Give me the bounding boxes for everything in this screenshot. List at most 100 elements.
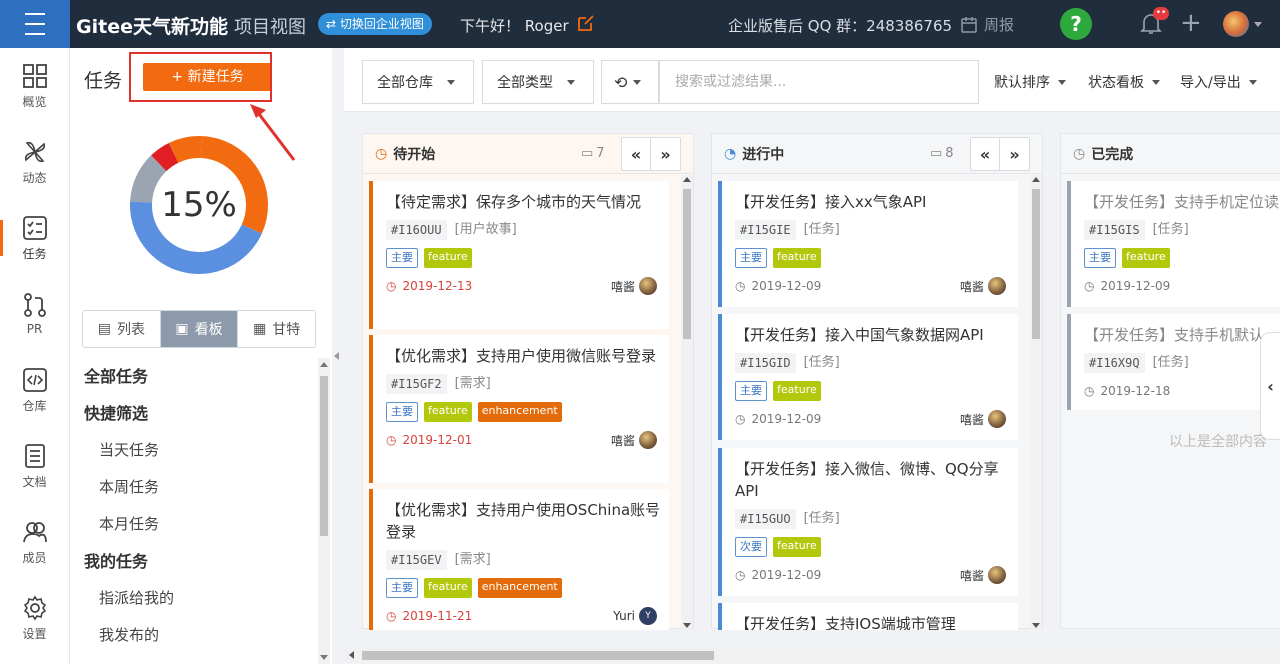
filter-today[interactable]: 当天任务: [70, 432, 316, 469]
user-avatar[interactable]: [1223, 11, 1249, 37]
help-button[interactable]: ?: [1060, 8, 1092, 40]
board-label: 状态看板: [1088, 75, 1144, 91]
assignee-name: 嘻酱: [610, 433, 635, 448]
due-date: 2019-12-13: [402, 279, 473, 293]
priority-tag: 主要: [735, 248, 767, 268]
filter-assigned-to-me[interactable]: 指派给我的: [70, 580, 316, 617]
greeting-text: 下午好！ Roger: [460, 17, 569, 35]
type-select[interactable]: 全部类型: [482, 60, 594, 104]
history-select[interactable]: ⟲: [601, 60, 659, 104]
expand-right-panel-button[interactable]: ‹: [1260, 332, 1280, 440]
edit-icon[interactable]: [577, 14, 595, 32]
filter-week[interactable]: 本周任务: [70, 469, 316, 506]
filter-list: 全部任务 快捷筛选 当天任务 本周任务 本月任务 我的任务 指派给我的 我发布的: [70, 358, 316, 654]
menu-icon[interactable]: [0, 0, 70, 48]
card-title: 【优化需求】支持用户使用微信账号登录: [386, 347, 657, 365]
chevron-down-icon: [1058, 79, 1066, 85]
nav-item-pr[interactable]: PR: [0, 276, 69, 352]
clock-icon: ◷: [386, 609, 397, 623]
task-card[interactable]: 【开发任务】支持手机定位读 #I15GIS [任务] 主要 feature ◷ 201…: [1067, 181, 1280, 307]
priority-tag: 主要: [1084, 248, 1116, 268]
column-scrollbar[interactable]: [681, 175, 693, 630]
chevron-down-icon[interactable]: [1254, 22, 1262, 27]
label-tag: feature: [424, 402, 472, 422]
collapse-panel-icon[interactable]: [334, 352, 339, 360]
filter-month[interactable]: 本月任务: [70, 506, 316, 543]
column-count: ▭ 7: [581, 146, 605, 161]
task-card[interactable]: 【开发任务】支持IOS端城市管理: [718, 603, 1018, 630]
next-column-button[interactable]: »: [1000, 138, 1029, 170]
pinwheel-icon: [24, 141, 45, 162]
board-horizontal-scrollbar[interactable]: [344, 648, 1280, 662]
tab-label: 甘特: [272, 322, 301, 338]
avatar: [639, 431, 657, 449]
nav-item-activity[interactable]: 动态: [0, 124, 69, 200]
nav-item-tasks[interactable]: 任务: [0, 200, 69, 276]
card-id: #I16OUU: [386, 220, 447, 240]
prev-column-button[interactable]: «: [622, 138, 651, 170]
nav-label: 动态: [22, 170, 47, 185]
task-card[interactable]: 【开发任务】接入中国气象数据网API #I15GID [任务] 主要 feature…: [718, 314, 1018, 440]
assignee-name: 嘻酱: [959, 568, 984, 583]
filter-scrollbar[interactable]: [318, 358, 330, 664]
grid-icon: [22, 63, 47, 88]
import-export-dropdown[interactable]: 导入/导出: [1180, 72, 1257, 92]
column-title: 待开始: [393, 146, 436, 163]
due-date: 2019-12-09: [751, 568, 822, 582]
card-type: [任务]: [803, 511, 840, 526]
repo-select[interactable]: 全部仓库: [362, 60, 474, 104]
priority-tag: 主要: [735, 381, 767, 401]
column-done: ◷ 已完成 【开发任务】支持手机定位读 #I15GIS [任务] 主要 featur…: [1060, 133, 1280, 629]
filter-quick-heading: 快捷筛选: [84, 404, 149, 423]
task-card[interactable]: 【开发任务】接入微信、微博、QQ分享API #I15GUO [任务] 次要 feat…: [718, 448, 1018, 596]
label-tag: feature: [773, 537, 821, 557]
tab-board[interactable]: ▣ 看板: [160, 311, 239, 347]
switch-enterprise-view-button[interactable]: ⇄ 切换回企业视图: [318, 13, 432, 35]
label-tag: feature: [773, 248, 821, 268]
tab-list[interactable]: ▤ 列表: [83, 311, 161, 347]
prev-column-button[interactable]: «: [971, 138, 1000, 170]
task-card[interactable]: 【优化需求】支持用户使用OSChina账号登录 #I15GEV [需求] 主要 fe…: [369, 489, 669, 630]
next-column-button[interactable]: »: [651, 138, 680, 170]
pull-request-icon: [23, 293, 46, 317]
progress-icon: ◔: [724, 145, 737, 162]
task-card[interactable]: 【待定需求】保存多个城市的天气情况 #I16OUU [用户故事] 主要 featur…: [369, 181, 669, 329]
task-card[interactable]: 【开发任务】接入xx气象API #I15GIE [任务] 主要 feature ◷ 2…: [718, 181, 1018, 307]
column-scrollbar[interactable]: [1030, 175, 1042, 630]
column-body: 【开发任务】支持手机定位读 #I15GIS [任务] 主要 feature ◷ 201…: [1061, 175, 1280, 630]
sort-dropdown[interactable]: 默认排序: [994, 72, 1066, 92]
nav-item-docs[interactable]: 文档: [0, 428, 69, 504]
due-date: 2019-11-21: [402, 609, 473, 623]
tab-gantt[interactable]: ▦ 甘特: [238, 311, 315, 347]
assignee-name: 嘻酱: [959, 279, 984, 294]
nav-item-members[interactable]: 成员: [0, 504, 69, 580]
import-export-label: 导入/导出: [1180, 75, 1241, 91]
nav-item-overview[interactable]: 概览: [0, 48, 69, 124]
card-type: [任务]: [803, 222, 840, 237]
clock-icon: ◷: [1084, 279, 1095, 293]
tab-label: 列表: [116, 322, 145, 338]
label-tag: enhancement: [477, 578, 562, 598]
search-input[interactable]: 搜索或过滤结果...: [659, 60, 979, 104]
code-icon: [22, 367, 47, 392]
nav-item-repo[interactable]: 仓库: [0, 352, 69, 428]
priority-tag: 主要: [386, 402, 418, 422]
board-dropdown[interactable]: 状态看板: [1088, 72, 1160, 92]
clock-icon: ◷: [375, 145, 388, 162]
label-tag: feature: [424, 578, 472, 598]
nav-label: 任务: [22, 246, 47, 261]
calendar-icon: [961, 16, 977, 33]
weekly-report-button[interactable]: 周报: [960, 14, 1014, 35]
filter-all-tasks[interactable]: 全部任务: [70, 358, 316, 395]
card-type: [需求]: [454, 376, 491, 391]
add-icon[interactable]: +: [1180, 10, 1202, 36]
column-nav: «»: [621, 137, 681, 171]
nav-item-settings[interactable]: 设置: [0, 580, 69, 656]
task-card[interactable]: 【优化需求】支持用户使用微信账号登录 #I15GF2 [需求] 主要 feature…: [369, 335, 669, 483]
card-id: #I15GUO: [735, 509, 796, 529]
task-card[interactable]: 【开发任务】支持手机默认 #I16X9Q [任务] ◷ 2019-12-18: [1067, 314, 1280, 410]
count-value: 8: [945, 146, 954, 161]
column-in-progress: ◔ 进行中 ▭ 8 «» 【开发任务】接入xx气象API #I15GIE [任务] …: [711, 133, 1043, 630]
highlight-box: [129, 52, 272, 102]
filter-published-by-me[interactable]: 我发布的: [70, 617, 316, 654]
